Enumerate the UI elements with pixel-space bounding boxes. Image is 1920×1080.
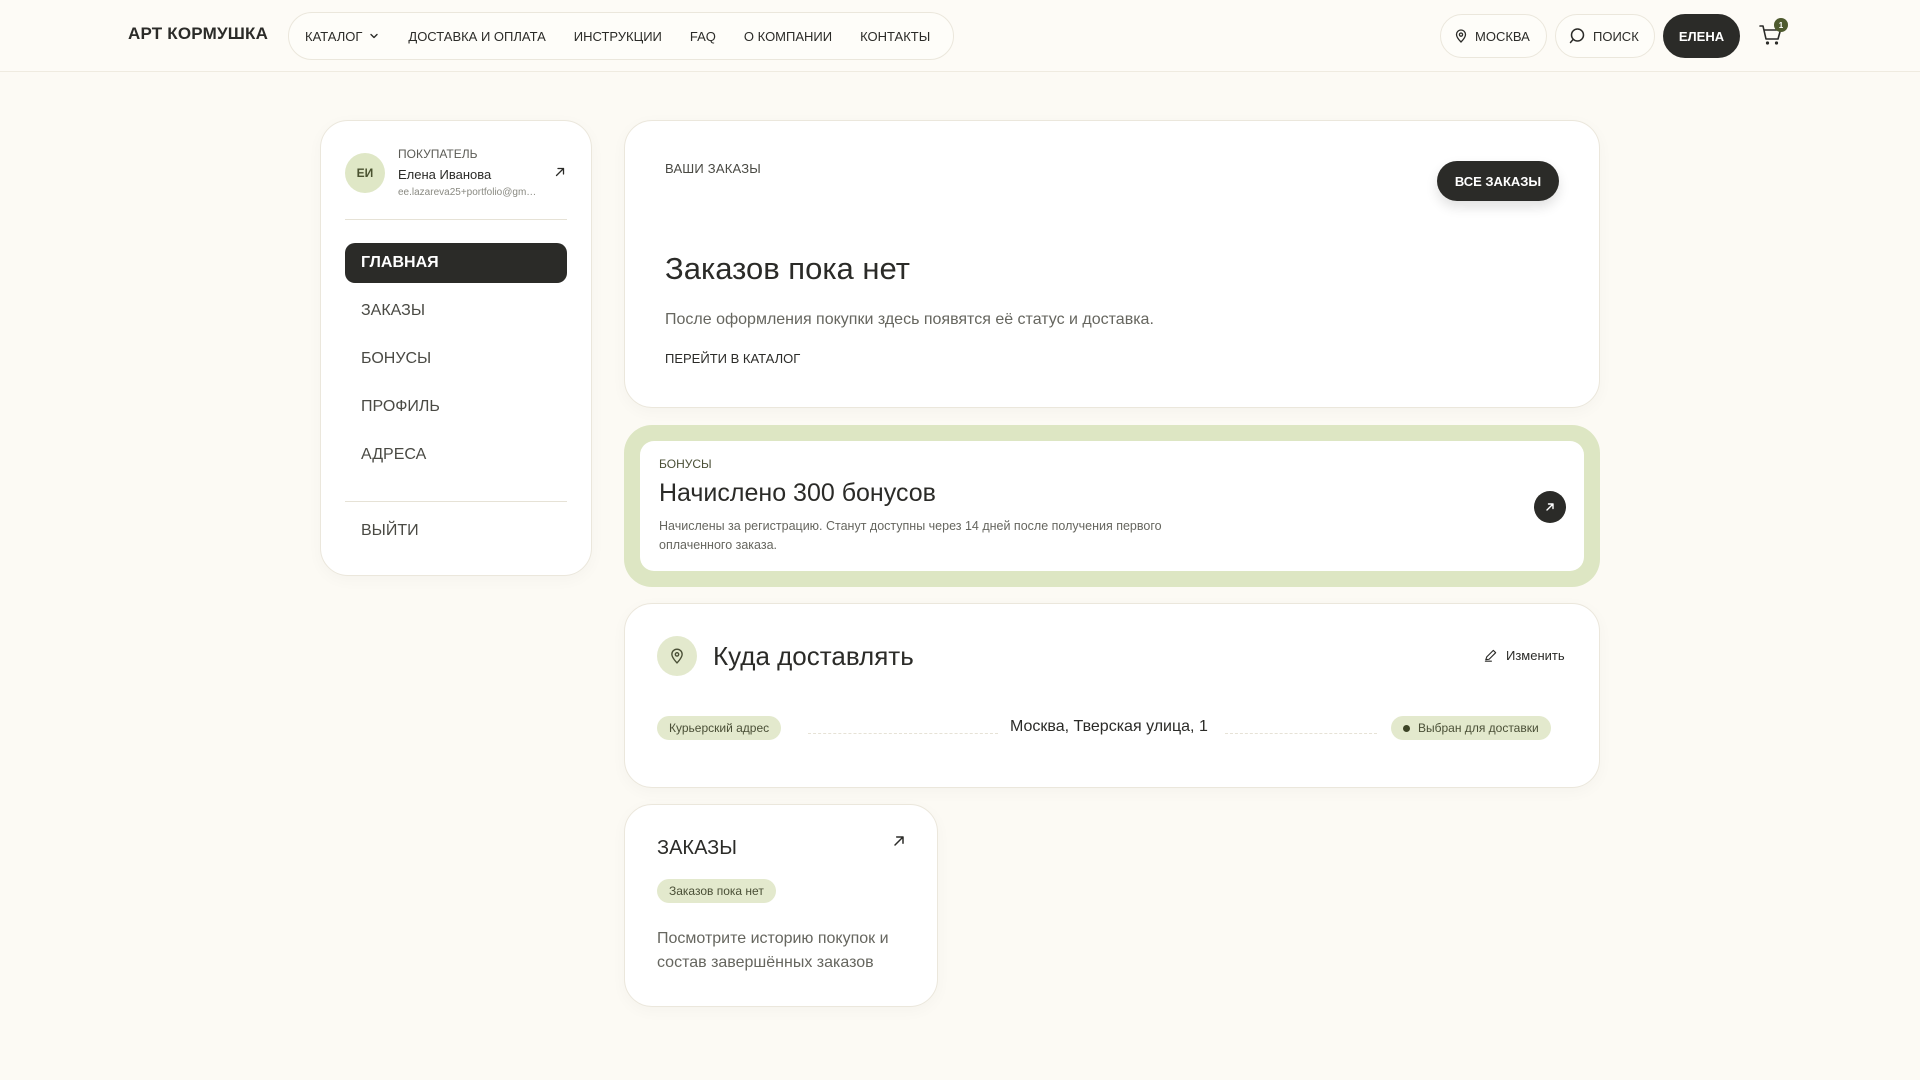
sidebar-item-orders[interactable]: ЗАКАЗЫ xyxy=(345,291,567,331)
no-orders-tag: Заказов пока нет xyxy=(657,879,776,903)
user-role: ПОКУПАТЕЛЬ xyxy=(398,147,478,161)
delivery-address: Москва, Тверская улица, 1 xyxy=(1010,718,1208,735)
edit-icon xyxy=(1484,649,1497,662)
go-to-catalog-link[interactable]: ПЕРЕЙТИ В КАТАЛОГ xyxy=(665,351,800,366)
sidebar-divider xyxy=(345,501,567,502)
location-pin-icon xyxy=(1455,29,1467,43)
delivery-title: Куда доставлять xyxy=(713,641,914,671)
cart-button[interactable]: 1 xyxy=(1758,18,1788,50)
search-label: ПОИСК xyxy=(1593,28,1639,44)
sidebar-item-home[interactable]: ГЛАВНАЯ xyxy=(345,243,567,283)
location-pin-icon xyxy=(671,648,683,664)
arrow-up-right-icon[interactable] xyxy=(891,833,907,849)
user-name: Елена Иванова xyxy=(398,167,492,182)
orders-mini-card[interactable]: ЗАКАЗЫ Заказов пока нет Посмотрите истор… xyxy=(624,804,938,1007)
bonus-open-button[interactable] xyxy=(1534,491,1566,523)
all-orders-button[interactable]: ВСЕ ЗАКАЗЫ xyxy=(1437,161,1559,201)
search-icon xyxy=(1569,28,1585,44)
logo[interactable]: АРТ КОРМУШКА xyxy=(128,24,268,44)
nav-catalog-label: КАТАЛОГ xyxy=(305,28,363,44)
nav-about[interactable]: О КОМПАНИИ xyxy=(744,29,832,44)
status-label: Выбран для доставки xyxy=(1418,721,1539,735)
courier-address-tag: Курьерский адрес xyxy=(657,716,782,740)
nav-faq[interactable]: FAQ xyxy=(690,29,716,44)
sidebar-item-addresses[interactable]: АДРЕСА xyxy=(345,435,567,475)
logout-button[interactable]: ВЫЙТИ xyxy=(345,511,567,551)
sidebar-divider xyxy=(345,219,567,220)
orders-empty-text: После оформления покупки здесь появятся … xyxy=(665,311,1154,328)
search-button[interactable]: ПОИСК xyxy=(1555,14,1655,58)
nav-contacts[interactable]: КОНТАКТЫ xyxy=(860,29,930,44)
orders-empty-title: Заказов пока нет xyxy=(665,251,910,286)
bonus-label: БОНУСЫ xyxy=(659,457,712,471)
dashed-separator xyxy=(808,733,998,734)
sidebar-item-bonuses[interactable]: БОНУСЫ xyxy=(345,339,567,379)
delivery-card: Куда доставлять Изменить Курьерский адре… xyxy=(624,603,1600,788)
cart-count-badge: 1 xyxy=(1774,18,1788,32)
bonus-title: Начислено 300 бонусов xyxy=(659,479,936,507)
arrow-up-right-icon xyxy=(1546,503,1554,511)
mini-card-title: ЗАКАЗЫ xyxy=(657,837,737,859)
city-label: МОСКВА xyxy=(1475,28,1530,44)
chevron-down-icon xyxy=(370,33,379,39)
nav-catalog[interactable]: КАТАЛОГ xyxy=(305,29,380,44)
orders-card: ВАШИ ЗАКАЗЫ ВСЕ ЗАКАЗЫ Заказов пока нет … xyxy=(624,120,1600,408)
delivery-pin-badge xyxy=(657,636,697,676)
city-selector[interactable]: МОСКВА xyxy=(1440,14,1547,58)
edit-label: Изменить xyxy=(1506,648,1565,663)
mini-card-text: Посмотрите историю покупок и состав заве… xyxy=(657,930,889,971)
edit-address-button[interactable]: Изменить xyxy=(1483,648,1565,663)
dashed-separator xyxy=(1225,733,1377,734)
status-dot xyxy=(1403,724,1410,732)
avatar: ЕИ xyxy=(345,153,385,193)
nav-delivery[interactable]: ДОСТАВКА И ОПЛАТА xyxy=(408,29,545,44)
main-nav: КАТАЛОГ ДОСТАВКА И ОПЛАТА ИНСТРУКЦИИ FAQ… xyxy=(288,12,954,60)
bonus-card: БОНУСЫ Начислено 300 бонусов Начислены з… xyxy=(624,425,1600,587)
sidebar-item-profile[interactable]: ПРОФИЛЬ xyxy=(345,387,567,427)
orders-label: ВАШИ ЗАКАЗЫ xyxy=(665,161,761,176)
selected-status-tag: Выбран для доставки xyxy=(1391,716,1551,740)
user-button[interactable]: ЕЛЕНА xyxy=(1663,14,1740,58)
account-sidebar: ЕИ ПОКУПАТЕЛЬ Елена Иванова ee.lazareva2… xyxy=(320,120,592,576)
site-header: АРТ КОРМУШКА КАТАЛОГ ДОСТАВКА И ОПЛАТА И… xyxy=(0,0,1920,72)
bonus-text: Начислены за регистрацию. Станут доступн… xyxy=(659,519,1162,552)
nav-instructions[interactable]: ИНСТРУКЦИИ xyxy=(574,29,662,44)
arrow-up-right-icon[interactable] xyxy=(553,165,567,179)
bonus-card-inner: БОНУСЫ Начислено 300 бонусов Начислены з… xyxy=(640,441,1584,571)
user-email: ee.lazareva25+portfolio@gmail.com xyxy=(398,187,541,198)
